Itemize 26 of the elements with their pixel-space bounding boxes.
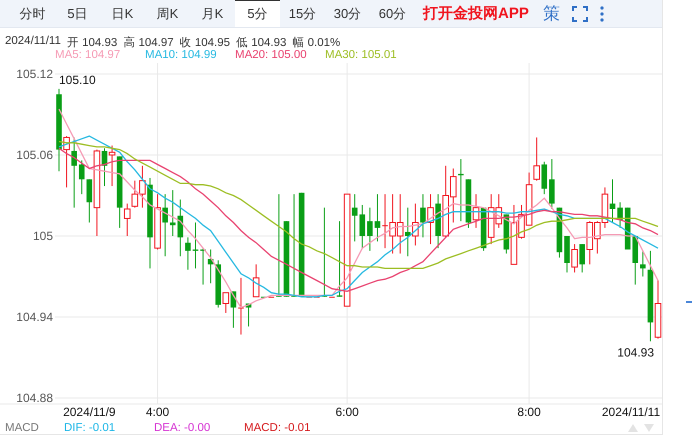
macd-legend-label: DIF: -0.01 bbox=[64, 422, 116, 434]
macd-legend-label: MACD: -0.01 bbox=[244, 422, 312, 434]
x-axis-label: 2024/11/9 bbox=[63, 405, 116, 420]
quote-field: 收 104.95 bbox=[180, 35, 230, 50]
indicator-title: MACD bbox=[5, 422, 40, 434]
y-axis-label: 105 bbox=[32, 229, 53, 244]
x-axis-label: 4:00 bbox=[146, 405, 170, 420]
macd-legend-label: DEA: -0.00 bbox=[154, 422, 212, 434]
ma-legend-label: MA10: 104.99 bbox=[145, 49, 218, 64]
y-axis-label: 104.94 bbox=[16, 310, 53, 324]
x-axis-label: 2024/11/11 bbox=[602, 405, 660, 420]
price-annotation: 105.10 bbox=[59, 73, 96, 88]
y-axis-label: 104.88 bbox=[16, 391, 53, 406]
quote-field: 高 104.97 bbox=[123, 35, 174, 50]
ma-legend-label: MA30: 105.01 bbox=[325, 49, 398, 64]
ma-legend-label: MA20: 105.00 bbox=[235, 49, 308, 64]
x-axis-label: 6:00 bbox=[335, 405, 359, 420]
quote-date: 2024/11/11 bbox=[5, 35, 61, 50]
ma-legend-label: MA5: 104.97 bbox=[55, 49, 122, 64]
x-axis-label: 8:00 bbox=[517, 405, 541, 420]
quote-field: 低 104.93 bbox=[236, 35, 286, 50]
price-annotation: 104.93 bbox=[617, 346, 654, 360]
quote-field: 开 104.93 bbox=[66, 35, 118, 50]
y-axis-label: 105.12 bbox=[16, 67, 53, 82]
y-axis-label: 105.06 bbox=[16, 148, 53, 162]
quote-field: 幅 0.01% bbox=[292, 35, 340, 50]
